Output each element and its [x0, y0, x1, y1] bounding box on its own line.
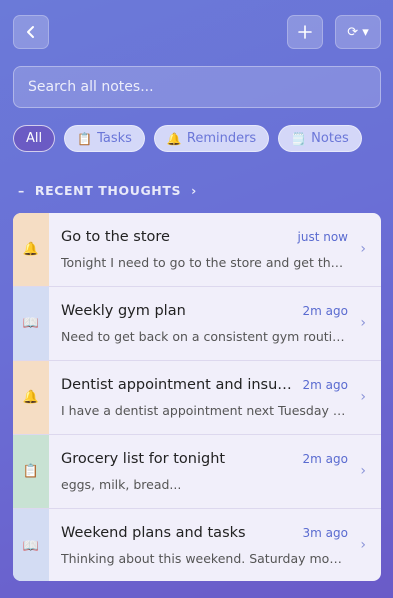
filter-notes[interactable]: 🗒️ Notes: [278, 125, 362, 152]
note-type-strip: 📖: [13, 287, 49, 360]
chevron-right-icon: ›: [360, 315, 366, 331]
list-item[interactable]: 🔔 Dentist appointment and insura... 2m a…: [13, 361, 381, 435]
list-item[interactable]: 📖 Weekly gym plan 2m ago Need to get bac…: [13, 287, 381, 361]
filter-label: All: [26, 131, 43, 146]
section-header-recent[interactable]: – RECENT THOUGHTS ›: [18, 181, 197, 199]
bell-icon: 🔔: [22, 242, 40, 257]
filter-label: Notes: [311, 131, 349, 146]
book-icon: 📖: [22, 316, 40, 331]
filter-tasks[interactable]: 📋 Tasks: [64, 125, 145, 152]
note-title: Weekend plans and tasks: [61, 525, 246, 541]
note-title: Go to the store: [61, 229, 170, 245]
note-timestamp: 2m ago: [302, 452, 348, 466]
note-timestamp: 2m ago: [302, 304, 348, 318]
section-title: RECENT THOUGHTS: [34, 182, 182, 198]
search-input[interactable]: [13, 66, 381, 108]
note-type-strip: 🔔: [13, 361, 49, 434]
note-preview: eggs, milk, bread...: [61, 477, 182, 492]
note-title: Grocery list for tonight: [61, 451, 226, 467]
book-icon: 📖: [22, 538, 40, 554]
filter-label: Tasks: [97, 131, 132, 146]
note-timestamp: just now: [297, 230, 348, 244]
chevron-right-icon: ›: [191, 182, 197, 198]
note-title: Dentist appointment and insura...: [61, 377, 296, 393]
chevron-right-icon: ›: [360, 463, 366, 479]
note-type-strip: 📖: [13, 509, 49, 581]
note-title: Weekly gym plan: [61, 303, 186, 319]
note-type-strip: 🔔: [13, 213, 49, 286]
filter-all[interactable]: All: [13, 125, 56, 152]
bell-icon: 🔔: [22, 390, 40, 405]
list-item[interactable]: 🔔 Go to the store just now Tonight I nee…: [13, 213, 381, 287]
note-type-strip: 📋: [13, 435, 49, 508]
filter-reminders[interactable]: 🔔 Reminders: [153, 125, 270, 152]
plus-icon: [298, 25, 312, 39]
notes-list: 🔔 Go to the store just now Tonight I nee…: [13, 213, 381, 581]
notepad-icon: 🗒️: [291, 131, 307, 146]
clipboard-icon: 📋: [77, 131, 93, 146]
note-timestamp: 2m ago: [302, 378, 348, 392]
sort-dropdown-icon: ⟳ ▾: [347, 24, 369, 40]
filter-chips: All 📋 Tasks 🔔 Reminders 🗒️ Notes: [13, 125, 362, 152]
note-preview: Thinking about this weekend. Saturday mo…: [61, 551, 346, 566]
list-item[interactable]: 📋 Grocery list for tonight 2m ago eggs, …: [13, 435, 381, 509]
note-preview: I have a dentist appointment next Tuesda…: [61, 403, 346, 418]
top-bar: ⟳ ▾: [13, 15, 381, 49]
sort-menu-button[interactable]: ⟳ ▾: [335, 15, 381, 49]
collapse-icon: –: [18, 182, 25, 198]
note-preview: Need to get back on a consistent gym rou…: [61, 329, 346, 344]
note-timestamp: 3m ago: [302, 526, 348, 540]
back-button[interactable]: [13, 15, 49, 49]
bell-icon: 🔔: [166, 131, 182, 146]
filter-label: Reminders: [186, 131, 257, 146]
list-item[interactable]: 📖 Weekend plans and tasks 3m ago Thinkin…: [13, 509, 381, 581]
add-note-button[interactable]: [287, 15, 323, 49]
clipboard-icon: 📋: [22, 464, 40, 479]
note-preview: Tonight I need to go to the store and ge…: [61, 255, 346, 270]
chevron-right-icon: ›: [360, 537, 366, 553]
chevron-left-icon: [27, 26, 34, 38]
chevron-right-icon: ›: [360, 389, 366, 405]
chevron-right-icon: ›: [360, 241, 366, 257]
